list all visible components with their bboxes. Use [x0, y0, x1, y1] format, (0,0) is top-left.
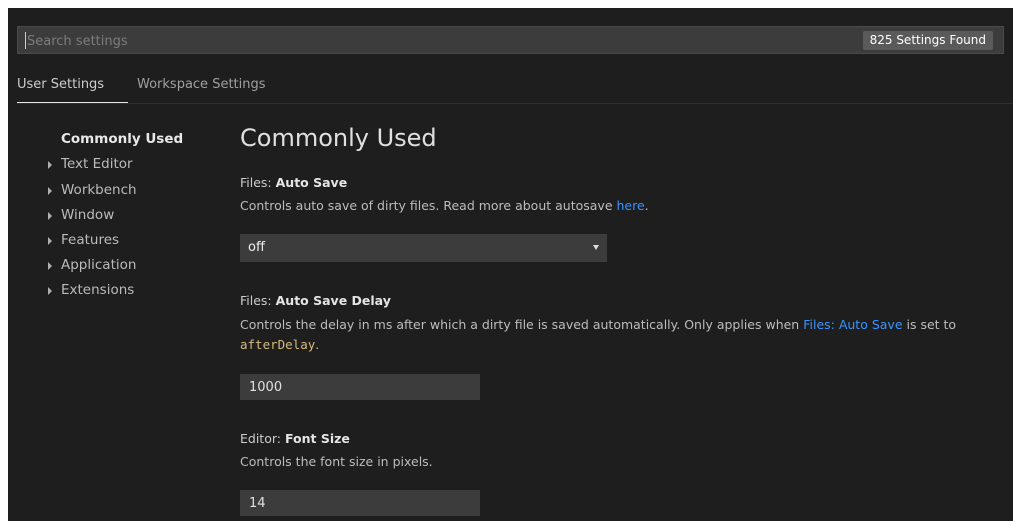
description-text: .	[315, 337, 320, 352]
setting-title-auto-save: Files: Auto Save	[240, 175, 347, 190]
files-auto-save-link[interactable]: Files: Auto Save	[803, 317, 902, 332]
tab-user-settings[interactable]: User Settings	[17, 77, 104, 92]
tab-workspace-settings[interactable]: Workspace Settings	[137, 77, 266, 92]
toc-item-label: Text Editor	[61, 156, 133, 172]
autosave-docs-link[interactable]: here	[616, 198, 644, 213]
font-size-input[interactable]	[240, 490, 480, 516]
description-text: .	[644, 198, 649, 213]
setting-description-font-size: Controls the font size in pixels.	[240, 454, 433, 469]
toc-item-extensions[interactable]: Extensions	[48, 282, 135, 298]
toc-item-commonly-used[interactable]: Commonly Used	[61, 131, 183, 147]
description-text: Controls the delay in ms after which a d…	[240, 317, 804, 332]
setting-category: Files:	[240, 175, 276, 190]
setting-category: Editor:	[240, 431, 285, 446]
setting-category: Files:	[240, 293, 276, 308]
toc-item-label: Window	[61, 207, 115, 223]
setting-title-auto-save-delay: Files: Auto Save Delay	[240, 293, 391, 308]
text-cursor	[25, 32, 26, 49]
toc-item-label: Application	[61, 257, 137, 273]
section-title: Commonly Used	[240, 124, 437, 152]
toc-item-workbench[interactable]: Workbench	[48, 182, 137, 198]
chevron-right-icon	[48, 187, 52, 195]
chevron-right-icon	[48, 237, 52, 245]
dropdown-value: off	[248, 240, 265, 255]
auto-save-delay-input[interactable]	[240, 374, 480, 400]
setting-description-auto-save-delay: Controls the delay in ms after which a d…	[240, 315, 1012, 355]
chevron-right-icon	[48, 287, 52, 295]
setting-description-auto-save: Controls auto save of dirty files. Read …	[240, 196, 1012, 216]
toc-item-label: Features	[61, 232, 120, 248]
settings-tabs: User Settings Workspace Settings	[17, 65, 1013, 104]
results-count-badge: 825 Settings Found	[862, 31, 993, 50]
description-text: Controls auto save of dirty files. Read …	[240, 198, 617, 213]
setting-title-font-size: Editor: Font Size	[240, 431, 350, 446]
toc-item-text-editor[interactable]: Text Editor	[48, 156, 133, 172]
setting-key: Auto Save	[275, 175, 348, 190]
chevron-down-icon	[593, 245, 599, 250]
search-input[interactable]	[27, 31, 827, 51]
toc-item-features[interactable]: Features	[48, 232, 120, 248]
inline-code: afterDelay	[240, 337, 316, 352]
chevron-right-icon	[48, 262, 52, 270]
toc-item-application[interactable]: Application	[48, 257, 137, 273]
toc-item-label: Commonly Used	[61, 131, 184, 147]
toc-item-label: Extensions	[61, 282, 135, 298]
toc-item-window[interactable]: Window	[48, 207, 115, 223]
active-tab-indicator	[17, 102, 128, 103]
settings-editor: 825 Settings Found User Settings Workspa…	[8, 8, 1013, 521]
chevron-right-icon	[48, 161, 52, 169]
toc-item-label: Workbench	[61, 182, 137, 198]
chevron-right-icon	[48, 212, 52, 220]
setting-key: Font Size	[284, 431, 350, 446]
setting-key: Auto Save Delay	[275, 293, 391, 308]
auto-save-dropdown[interactable]: off	[240, 234, 607, 262]
description-text: is set to	[902, 317, 957, 332]
search-bar[interactable]: 825 Settings Found	[17, 26, 1004, 54]
